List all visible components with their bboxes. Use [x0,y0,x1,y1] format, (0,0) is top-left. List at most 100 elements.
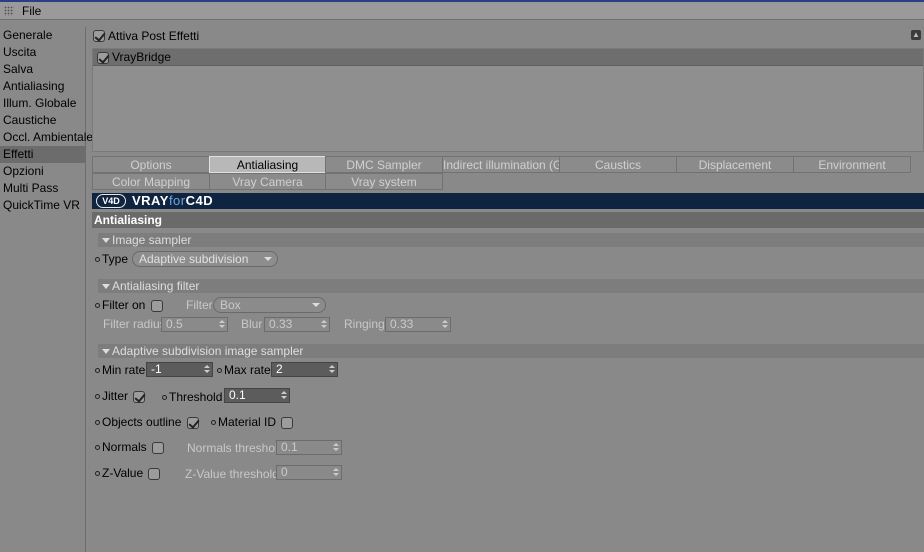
sidebar-item-opzioni[interactable]: Opzioni [0,163,85,180]
jitter-label: Jitter [102,389,129,403]
keyframe-dot-icon[interactable] [95,394,100,400]
jitter-checkbox[interactable] [133,390,146,403]
ringing-label: Ringing [344,317,385,331]
effect-item-vraybridge[interactable]: VrayBridge [93,49,923,66]
objects-outline-field: Objects outline [95,413,199,431]
threshold-value: 0.1 [229,388,246,402]
max-rate-input[interactable]: 2 [271,362,338,377]
vray-logo-icon: V4D [96,194,126,208]
sidebar-item-uscita[interactable]: Uscita [0,44,85,61]
tab-indirect-illumination[interactable]: Indirect illumination (GI) [442,156,560,173]
blur-input[interactable]: 0.33 [264,317,330,332]
spinner-icon[interactable] [329,365,335,374]
keyframe-dot-icon[interactable] [95,303,100,309]
vray-logo-text: VRAYforC4D [132,193,213,209]
tab-dmc-sampler[interactable]: DMC Sampler [325,156,443,173]
section-title: Antialiasing [92,212,924,228]
filter-dropdown[interactable]: Box [213,297,326,313]
spinner-icon[interactable] [333,468,339,477]
aa-filter-heading: Antialiasing filter [112,279,200,293]
keyframe-dot-icon[interactable] [211,420,216,426]
type-label: Type [102,252,129,266]
sidebar-item-illum-globale[interactable]: Illum. Globale [0,95,85,112]
tab-displacement[interactable]: Displacement [676,156,794,173]
file-menu[interactable]: File [22,4,41,18]
keyframe-dot-icon[interactable] [95,445,100,451]
spinner-icon[interactable] [442,320,448,329]
filter-on-checkbox[interactable] [150,299,163,312]
tab-options[interactable]: Options [92,156,210,173]
tab-vray-camera[interactable]: Vray Camera [209,173,326,190]
keyframe-dot-icon[interactable] [162,395,167,401]
ringing-value: 0.33 [390,317,414,331]
zvalue-checkbox[interactable] [148,467,161,480]
keyframe-dot-icon[interactable] [217,368,222,374]
sidebar-item-multi-pass[interactable]: Multi Pass [0,180,85,197]
vray-for: for [168,193,186,208]
tab-color-mapping[interactable]: Color Mapping [92,173,210,190]
zvalue-field: Z-Value [95,464,161,482]
keyframe-dot-icon[interactable] [95,257,100,263]
zvalue-threshold-label: Z-Value threshold [185,467,279,481]
min-rate-input[interactable]: -1 [146,362,213,377]
post-effects-row: Attiva Post Effetti [93,28,200,43]
min-rate-value: -1 [151,362,162,376]
adaptive-group[interactable]: Adaptive subdivision image sampler [98,344,924,358]
triangle-down-icon [102,284,110,290]
keyframe-dot-icon[interactable] [95,420,100,426]
image-sampler-group[interactable]: Image sampler [98,233,924,247]
min-rate-field: Min rate [95,361,145,379]
normals-threshold-input[interactable]: 0.1 [276,440,342,455]
type-dropdown[interactable]: Adaptive subdivision [132,251,278,267]
collapse-icon[interactable]: ▲ [911,30,921,40]
settings-sidebar: Generale Uscita Salva Antialiasing Illum… [0,27,93,552]
material-id-checkbox[interactable] [281,416,294,429]
sidebar-item-occl-ambientale[interactable]: Occl. Ambientale [0,129,93,146]
sidebar-item-quicktime-vr[interactable]: QuickTime VR [0,197,85,214]
sidebar-item-antialiasing[interactable]: Antialiasing [0,78,85,95]
min-rate-label: Min rate [102,363,146,377]
tab-caustics[interactable]: Caustics [559,156,677,173]
blur-label: Blur [241,317,263,331]
filter-label: Filter [186,298,213,312]
filter-radius-label: Filter radius [103,317,166,331]
filter-radius-input[interactable]: 0.5 [161,317,228,332]
ringing-input[interactable]: 0.33 [385,317,451,332]
max-rate-field: Max rate [217,361,271,379]
tab-vray-system[interactable]: Vray system [325,173,443,190]
grip-icon[interactable] [4,6,14,16]
keyframe-dot-icon[interactable] [95,471,100,477]
spinner-icon[interactable] [219,320,225,329]
zvalue-threshold-value: 0 [281,465,288,479]
post-effects-checkbox[interactable] [93,29,105,42]
keyframe-dot-icon[interactable] [95,368,100,374]
vraybridge-checkbox[interactable] [97,51,109,64]
objects-outline-label: Objects outline [102,415,182,429]
filter-dropdown-value: Box [220,298,241,312]
type-field: Type [95,250,128,268]
sidebar-item-effetti[interactable]: Effetti [0,146,85,163]
threshold-input[interactable]: 0.1 [224,388,290,403]
adaptive-heading: Adaptive subdivision image sampler [112,344,304,358]
triangle-down-icon [102,349,110,355]
dropdown-arrow-icon [264,257,272,261]
dropdown-arrow-icon [312,303,320,307]
normals-checkbox[interactable] [152,441,165,454]
sidebar-item-generale[interactable]: Generale [0,27,85,44]
main-panel: Attiva Post Effetti ▲ VrayBridge Options… [88,22,924,552]
sidebar-item-salva[interactable]: Salva [0,61,85,78]
menu-bar: File [0,2,924,20]
vray-product: C4D [185,193,214,208]
spinner-icon[interactable] [333,443,339,452]
spinner-icon[interactable] [281,391,287,400]
spinner-icon[interactable] [204,365,210,374]
objects-outline-checkbox[interactable] [186,416,199,429]
material-id-field: Material ID [211,413,294,431]
tab-environment[interactable]: Environment [793,156,911,173]
post-effects-label: Attiva Post Effetti [108,28,200,43]
zvalue-threshold-input[interactable]: 0 [276,465,342,480]
sidebar-item-caustiche[interactable]: Caustiche [0,112,85,129]
spinner-icon[interactable] [321,320,327,329]
tab-antialiasing[interactable]: Antialiasing [209,156,326,173]
aa-filter-group[interactable]: Antialiasing filter [98,279,924,293]
